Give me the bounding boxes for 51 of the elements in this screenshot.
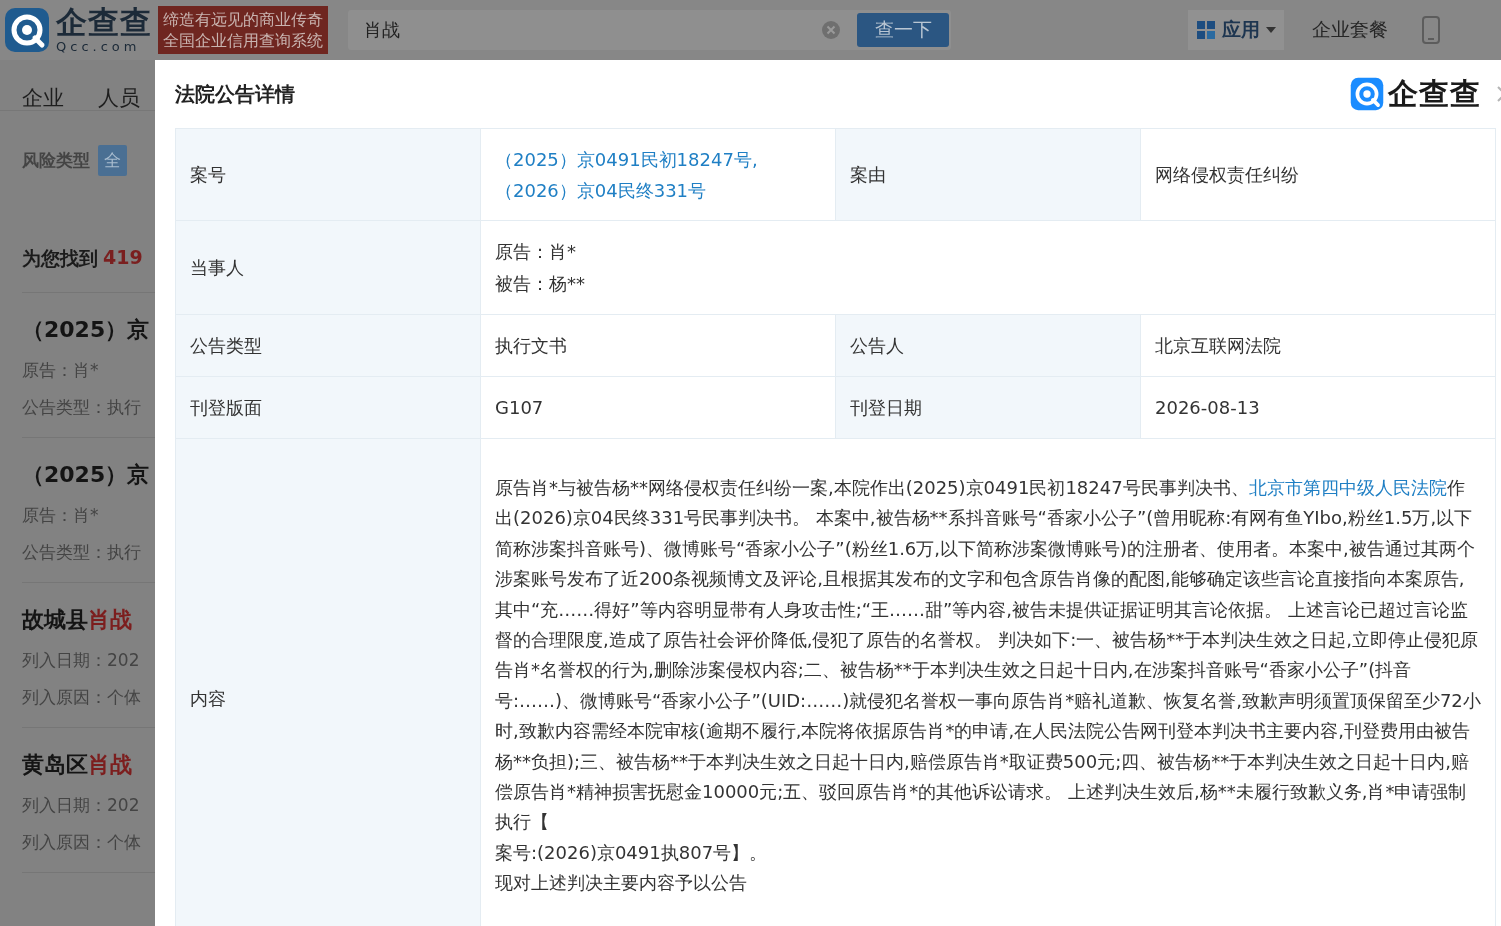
field-label: 案号 xyxy=(176,129,481,221)
search-field[interactable]: 肖战 查一下 xyxy=(348,10,951,50)
result-detail: 列入原因：个体 xyxy=(22,831,142,854)
apps-menu[interactable]: 应用 xyxy=(1188,10,1284,50)
field-label: 刊登版面 xyxy=(176,377,481,439)
field-value: 2026-08-13 xyxy=(1141,377,1496,439)
field-label: 当事人 xyxy=(176,221,481,315)
content-paragraph: 现对上述判决主要内容予以公告 xyxy=(495,871,748,896)
result-detail: 列入原因：个体 xyxy=(22,686,142,709)
result-detail: 列入日期：202 xyxy=(22,649,141,672)
result-detail: 原告：肖* xyxy=(22,359,100,382)
search-button[interactable]: 查一下 xyxy=(857,13,949,47)
caret-icon xyxy=(1266,27,1276,33)
content-paragraph: 原告肖*与被告杨**网络侵权责任纠纷一案,本院作出(2025)京0491民初18247号民事判决书、北京市第四中级人民法院作 出(2026)京04民终331号民事判决书。 本案中,被告杨**系抖音账号“香家小公子”(曾用昵称:有网有鱼YIbo,粉丝1.5万,以下简称涉案抖音账号)、微博账号“香家小公子”(粉丝1.6万,以下简称涉案微博账号)的注册者、使用者。本案中,被告通过其两个涉案账号发布了近200条视频博文及评论,且根据其发布的文字和包含原告肖像的配图,能够确定该些言论直接指向本案原告,其中“充……得好”等内容明显带有人身攻击性;“王……甜”等内容,被告未提供证据证明其言论依据。 上述言论已超过言论监督的合理限度,造成了原告社会评价降低,侵犯了原告的名誉权。 判决如下:一、被告杨**于本判决生效之日起,立即停止侵犯原告肖*名誉权的行为,删除涉案侵权内容;二、被告杨**于本判决生效之日起十日内,在涉案抖音账号“香家小公子”(抖音号:……)、微博账号“香家小公子”(UID:……)就侵犯名誉权一事向原告肖*赔礼道歉、恢复名誉,致歉声明须置顶保留至少72小时,致歉内容需经本院审核(逾期不履行,本院将依据原告肖*的申请,在人民法院公告网刊登本判决书主要内容,刊登费用由被告杨**负担);三、被告杨**于本判决生效之日起十日内,赔偿原告肖*取证费500元;四、被告杨**于本判决生效之日起十日内,赔偿原告肖*精神损害抚慰金10000元;五、驳回原告肖*的其他诉讼请求。 上述判决生效后,杨**未履行致歉义务,肖*申请强制执行【 xyxy=(495,476,1481,835)
result-detail: 公告类型：执行 xyxy=(22,396,142,419)
party-line: 被告：杨** xyxy=(495,271,585,296)
filter-label: 风险类型 xyxy=(22,149,90,172)
results-label: 为您找到 xyxy=(22,246,98,271)
logo-icon xyxy=(4,7,50,53)
result-title[interactable]: 黄岛区肖战 xyxy=(22,750,155,780)
slogan-banner: 缔造有远见的商业传奇 全国企业信用查询系统 xyxy=(158,6,328,54)
logo-text: 企查查 xyxy=(1388,74,1481,113)
field-label: 公告人 xyxy=(836,315,1141,377)
results-count: 419 xyxy=(103,246,143,270)
logo-icon xyxy=(1350,77,1384,111)
field-label: 公告类型 xyxy=(176,315,481,377)
field-label: 案由 xyxy=(836,129,1141,221)
result-detail: 列入日期：202 xyxy=(22,794,141,817)
party-line: 原告：肖* xyxy=(495,239,577,264)
nav-tab[interactable]: 人员 xyxy=(98,84,140,110)
filter-chip[interactable]: 全 xyxy=(98,145,127,176)
content-paragraph: 案号:(2026)京0491执807号】。 xyxy=(495,840,769,865)
result-title[interactable]: （2025）京 xyxy=(22,460,155,490)
grid-icon xyxy=(1196,20,1216,40)
result-detail: 原告：肖* xyxy=(22,504,100,527)
field-value: 北京互联网法院 xyxy=(1141,315,1496,377)
phone-icon[interactable] xyxy=(1422,16,1440,44)
case-number-link[interactable]: （2025）京0491民初18247号,（2026）京04民终331号 xyxy=(495,143,821,206)
logo-text: 企查查 xyxy=(56,7,152,38)
field-label: 刊登日期 xyxy=(836,377,1141,439)
clear-icon[interactable] xyxy=(821,20,841,40)
plans-link[interactable]: 企业套餐 xyxy=(1312,17,1388,43)
result-title[interactable]: （2025）京 xyxy=(22,315,155,345)
field-label: 内容 xyxy=(176,439,481,926)
nav-tab[interactable]: 企业 xyxy=(22,84,64,110)
logo-domain: Qcc.com xyxy=(56,40,142,53)
court-link[interactable]: 北京市第四中级人民法院 xyxy=(1248,477,1447,498)
result-title[interactable]: 故城县肖战 xyxy=(22,605,155,635)
field-value: 网络侵权责任纠纷 xyxy=(1141,129,1496,221)
result-detail: 公告类型：执行 xyxy=(22,541,142,564)
dialog-title: 法院公告详情 xyxy=(175,80,296,108)
